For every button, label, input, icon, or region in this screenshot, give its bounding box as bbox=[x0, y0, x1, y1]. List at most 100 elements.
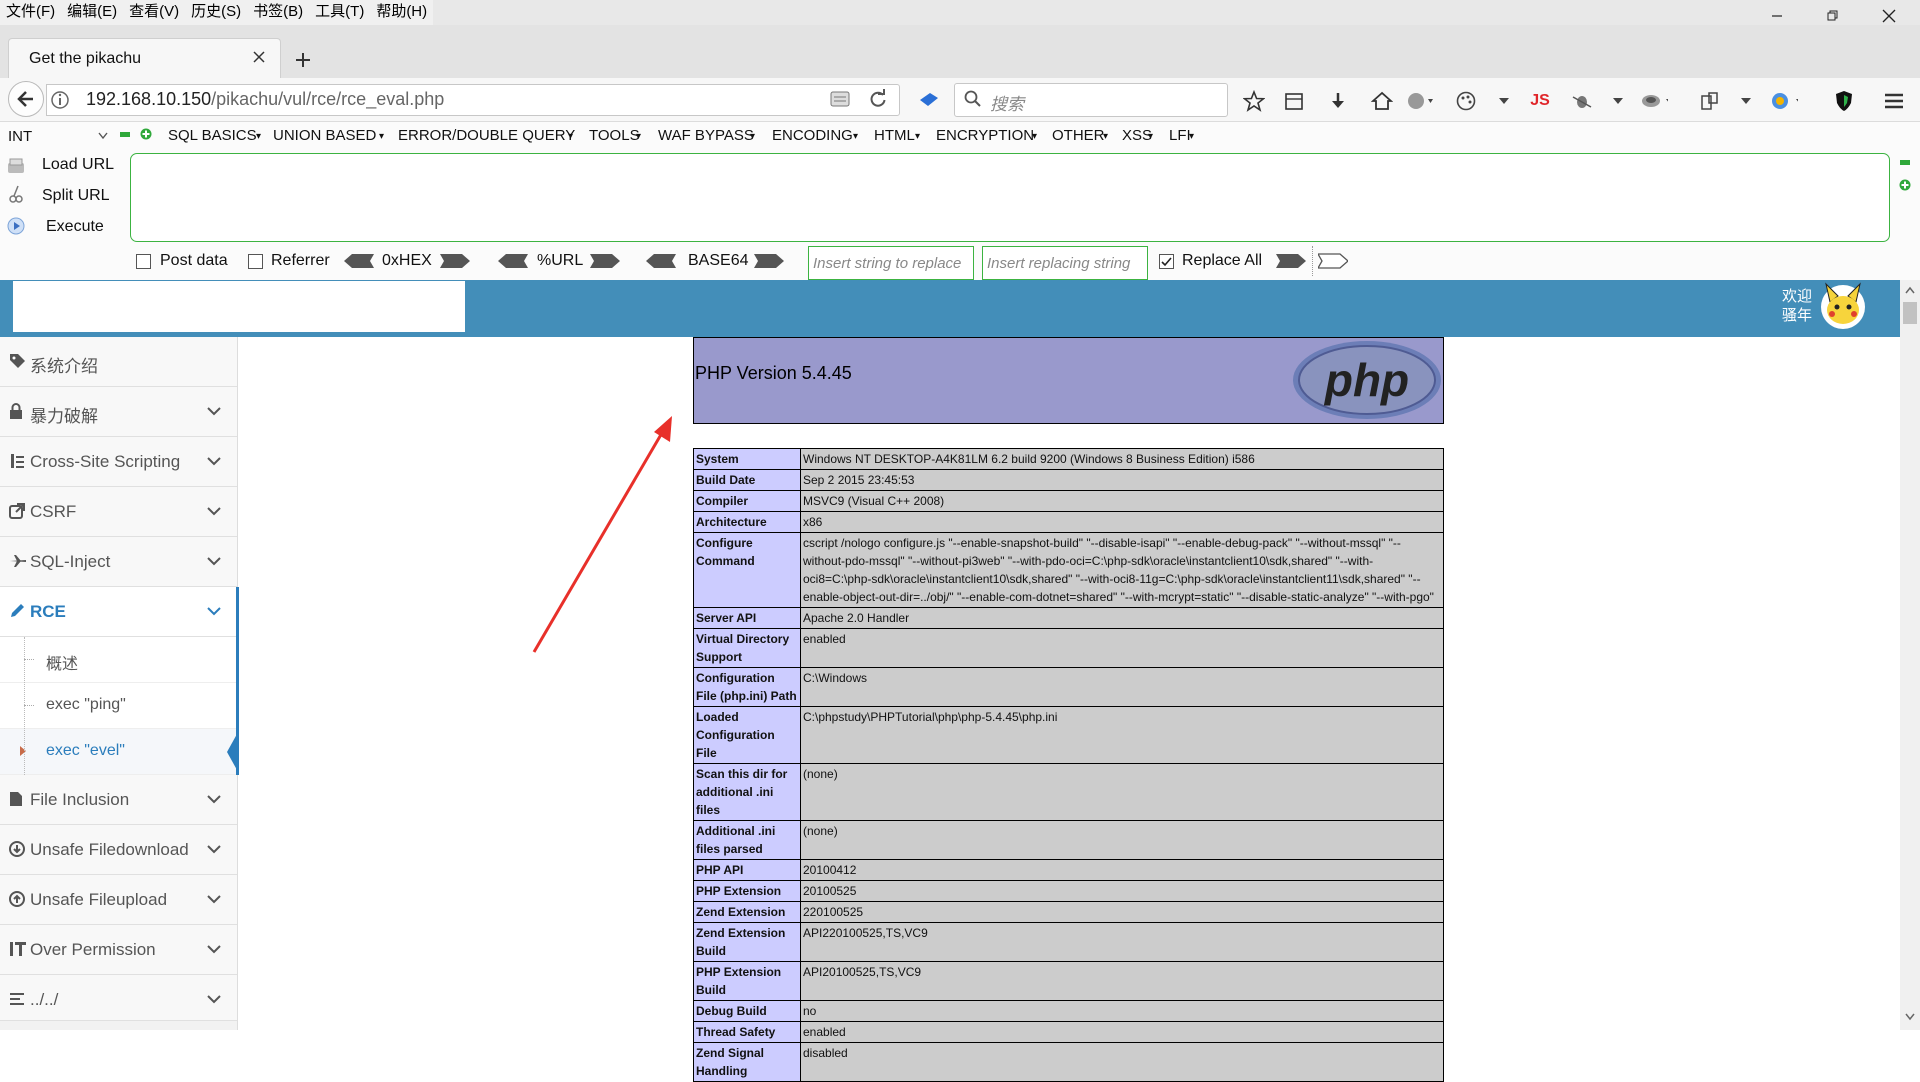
plus-green-icon[interactable] bbox=[140, 128, 152, 140]
js-extension-icon[interactable]: JS bbox=[1526, 87, 1554, 115]
execute-button[interactable]: Execute bbox=[46, 218, 104, 236]
hb-menu-encryption[interactable]: ENCRYPTION bbox=[936, 127, 1034, 144]
hb-menu-union-based[interactable]: UNION BASED bbox=[273, 127, 376, 144]
dropdown-arrow-icon[interactable] bbox=[1490, 87, 1518, 115]
type-select[interactable]: INT bbox=[4, 126, 112, 148]
layers-extension-icon[interactable] bbox=[1640, 87, 1668, 115]
phpinfo-value: 20100412 bbox=[800, 859, 1444, 881]
phpinfo-value: disabled bbox=[800, 1042, 1444, 1082]
new-tab-button[interactable] bbox=[288, 45, 318, 75]
url-path: /pikachu/vul/rce/rce_eval.php bbox=[211, 89, 445, 109]
menu-bookmarks[interactable]: 书签(B) bbox=[247, 0, 309, 25]
phpinfo-row: System Windows NT DESKTOP-A4K81LM 6.2 bui… bbox=[693, 448, 1444, 470]
dropdown-arrow-icon[interactable] bbox=[1732, 87, 1760, 115]
phpinfo-key: Additional .ini files parsed bbox=[693, 820, 801, 860]
sidebar-item-csrf[interactable]: CSRF bbox=[0, 487, 237, 537]
shield-extension-icon[interactable] bbox=[1830, 87, 1858, 115]
hb-menu-sql-basics[interactable]: SQL BASICS bbox=[168, 127, 257, 144]
palette-extension-icon[interactable] bbox=[1452, 87, 1480, 115]
menu-file[interactable]: 文件(F) bbox=[0, 0, 61, 25]
menu-view[interactable]: 查看(V) bbox=[123, 0, 185, 25]
minus-icon[interactable] bbox=[120, 132, 130, 137]
library-icon[interactable] bbox=[1280, 87, 1308, 115]
menu-edit[interactable]: 编辑(E) bbox=[61, 0, 123, 25]
replace-all-right-arrow-icon[interactable] bbox=[1318, 252, 1348, 270]
hb-menu-encoding[interactable]: ENCODING bbox=[772, 127, 853, 144]
sidebar-item-intro[interactable]: 系统介绍 bbox=[0, 337, 237, 387]
caret-right-icon bbox=[20, 746, 26, 756]
replace-string-input[interactable]: Insert string to replace bbox=[808, 246, 974, 280]
phpinfo-key: Zend Extension bbox=[693, 901, 801, 923]
sidebar-item-sqli[interactable]: SQL-Inject bbox=[0, 537, 237, 587]
url-text[interactable]: 192.168.10.150/pikachu/vul/rce/rce_eval.… bbox=[86, 89, 444, 110]
base64-label: BASE64 bbox=[688, 252, 749, 269]
menu-history[interactable]: 历史(S) bbox=[185, 0, 247, 25]
back-button[interactable] bbox=[8, 81, 44, 117]
minus-icon[interactable] bbox=[1900, 160, 1910, 165]
base64-left-arrow-icon[interactable] bbox=[646, 252, 676, 270]
sidebar-item-xss[interactable]: Cross-Site Scripting bbox=[0, 437, 237, 487]
sidebar-item-label: Unsafe Fileupload bbox=[30, 890, 168, 909]
dropdown-arrow-icon[interactable] bbox=[1604, 87, 1632, 115]
phone-extension-icon[interactable] bbox=[1696, 87, 1724, 115]
hackbar-url-textarea[interactable] bbox=[130, 153, 1890, 242]
sidebar-item-unsafe-fileupload[interactable]: Unsafe Fileupload bbox=[0, 875, 237, 925]
sidebar-subitem-exec-evel[interactable]: exec "evel" bbox=[0, 729, 237, 775]
globe-extension-icon[interactable] bbox=[1406, 87, 1434, 115]
sidebar-item-unsafe-filedownload[interactable]: Unsafe Filedownload bbox=[0, 825, 237, 875]
hb-menu-tools[interactable]: TOOLS bbox=[589, 127, 640, 144]
url-right-arrow-icon[interactable] bbox=[590, 252, 620, 270]
phpinfo-key: Configuration File (php.ini) Path bbox=[693, 667, 801, 707]
scrollbar-thumb[interactable] bbox=[1903, 302, 1917, 324]
base64-right-arrow-icon[interactable] bbox=[754, 252, 784, 270]
star-icon[interactable] bbox=[1240, 87, 1268, 115]
info-icon[interactable] bbox=[50, 90, 70, 110]
sidebar-item-rce[interactable]: RCE bbox=[0, 587, 237, 637]
bookmark-extension-icon[interactable] bbox=[918, 90, 940, 108]
replacing-string-input[interactable]: Insert replacing string bbox=[982, 246, 1148, 280]
url-left-arrow-icon[interactable] bbox=[498, 252, 528, 270]
phpinfo-key: Zend Extension Build bbox=[693, 922, 801, 962]
scroll-down-arrow-icon[interactable] bbox=[1905, 1013, 1915, 1021]
phpinfo-row: Debug Build no bbox=[693, 1000, 1444, 1022]
browser-tab[interactable]: Get the pikachu bbox=[8, 38, 281, 78]
hb-menu-lfi[interactable]: LFI bbox=[1169, 127, 1191, 144]
download-icon[interactable] bbox=[1324, 87, 1352, 115]
hamburger-menu-icon[interactable] bbox=[1880, 87, 1908, 115]
plus-green-icon[interactable] bbox=[1899, 179, 1911, 191]
sidebar-item-dotdot[interactable]: ../../ bbox=[0, 975, 237, 1021]
page-scrollbar[interactable] bbox=[1900, 280, 1920, 1030]
menu-tools[interactable]: 工具(T) bbox=[309, 0, 370, 25]
bug-extension-icon[interactable] bbox=[1568, 87, 1596, 115]
tree-line bbox=[24, 637, 25, 775]
scroll-up-arrow-icon[interactable] bbox=[1905, 286, 1915, 294]
sidebar-item-file-inclusion[interactable]: File Inclusion bbox=[0, 775, 237, 825]
phpinfo-key: Debug Build bbox=[693, 1000, 801, 1022]
post-data-checkbox[interactable] bbox=[136, 254, 151, 269]
load-url-button[interactable]: Load URL bbox=[42, 156, 114, 174]
sidebar-subitem-exec-ping[interactable]: exec "ping" bbox=[0, 683, 237, 729]
reload-icon[interactable] bbox=[868, 89, 888, 109]
encode-left-arrow-icon[interactable] bbox=[344, 252, 374, 270]
sidebar-subitem-overview[interactable]: 概述 bbox=[0, 637, 237, 683]
home-icon[interactable] bbox=[1368, 87, 1396, 115]
avatar[interactable] bbox=[1816, 280, 1870, 330]
hb-menu-other[interactable]: OTHER bbox=[1052, 127, 1105, 144]
sidebar-item-bruteforce[interactable]: 暴力破解 bbox=[0, 387, 237, 437]
logo-area bbox=[13, 281, 465, 332]
reader-view-icon[interactable] bbox=[829, 89, 851, 109]
replace-all-checkbox[interactable] bbox=[1159, 254, 1174, 269]
tab-close-icon[interactable] bbox=[251, 49, 267, 65]
referrer-checkbox[interactable] bbox=[248, 254, 263, 269]
hb-menu-waf-bypass[interactable]: WAF BYPASS bbox=[658, 127, 754, 144]
hb-menu-html[interactable]: HTML bbox=[874, 127, 915, 144]
hb-menu-error-double-query[interactable]: ERROR/DOUBLE QUERY bbox=[398, 127, 575, 144]
translate-extension-icon[interactable] bbox=[1770, 87, 1798, 115]
sidebar-item-over-permission[interactable]: Over Permission bbox=[0, 925, 237, 975]
encode-right-arrow-icon[interactable] bbox=[440, 252, 470, 270]
menu-help[interactable]: 帮助(H) bbox=[370, 0, 433, 25]
split-url-button[interactable]: Split URL bbox=[42, 187, 110, 205]
replace-right-arrow-icon[interactable] bbox=[1276, 252, 1306, 270]
php-logo-text: php bbox=[1323, 354, 1409, 406]
sidebar-subitem-label: exec "evel" bbox=[46, 742, 125, 759]
